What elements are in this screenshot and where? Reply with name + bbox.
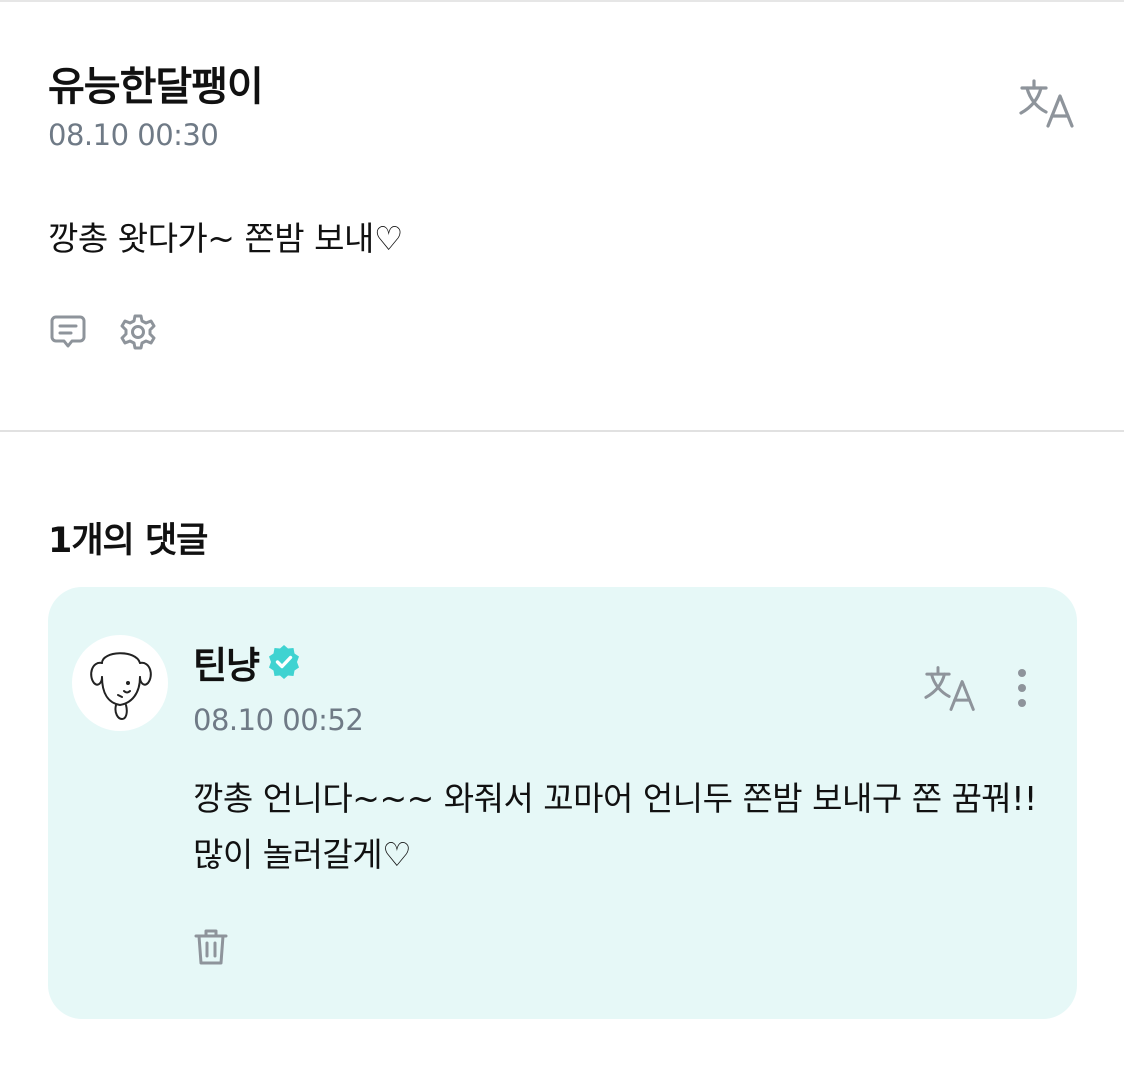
more-dot	[1018, 669, 1026, 677]
comment-body-text: 깡총 언니다~~~ 와줘서 꼬마어 언니두 쫀밤 보내구 쫀 꿈꿔!! 많이 놀…	[193, 779, 1037, 874]
section-divider	[0, 430, 1124, 432]
trash-icon[interactable]	[193, 927, 233, 971]
comment-author-row: 틴냥	[193, 635, 303, 689]
verified-badge-icon	[265, 643, 303, 681]
more-dot	[1018, 684, 1026, 692]
comment-card: 틴냥 08.10 00:52 깡총 언니다~~~ 와줘서 꼬마어 언니두 쫀밤 …	[48, 587, 1077, 1019]
comment-timestamp: 08.10 00:52	[193, 703, 364, 737]
more-dot	[1018, 699, 1026, 707]
post-actions	[48, 312, 158, 352]
post: 유능한달팽이 08.10 00:30 깡총 왓다가~ 쫀밤 보내♡	[0, 0, 1124, 431]
comment-icon[interactable]	[48, 312, 88, 352]
post-body-text: 깡총 왓다가~ 쫀밤 보내♡	[48, 219, 403, 258]
more-vertical-icon[interactable]	[1006, 665, 1038, 711]
post-timestamp: 08.10 00:30	[48, 118, 219, 152]
post-detail-page: 유능한달팽이 08.10 00:30 깡총 왓다가~ 쫀밤 보내♡ 1개의 댓글…	[0, 0, 1124, 1079]
comment-author-name[interactable]: 틴냥	[193, 635, 260, 689]
translate-icon[interactable]	[922, 663, 980, 715]
comments-count-heading: 1개의 댓글	[48, 521, 208, 561]
avatar[interactable]	[72, 635, 168, 731]
translate-icon[interactable]	[1018, 76, 1078, 132]
gear-icon[interactable]	[118, 312, 158, 352]
post-author-name[interactable]: 유능한달팽이	[48, 54, 264, 112]
